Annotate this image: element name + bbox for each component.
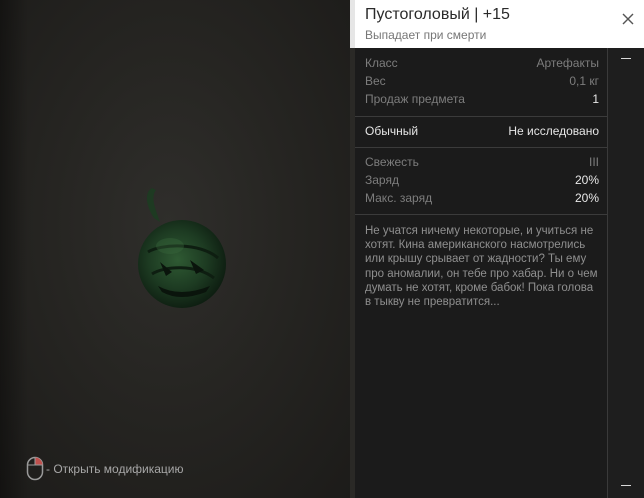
- prop-label: Макс. заряд: [365, 191, 433, 205]
- section-divider: [355, 116, 607, 117]
- stat-value: 1: [592, 92, 599, 106]
- prop-value: 20%: [574, 191, 599, 205]
- scroll-up-handle[interactable]: [621, 58, 631, 59]
- item-subtitle: Выпадает при смерти: [365, 28, 487, 42]
- item-info-panel: Пустоголовый | +15 Выпадает при смерти К…: [355, 0, 644, 498]
- item-header: Пустоголовый | +15 Выпадает при смерти: [355, 0, 644, 48]
- prop-label: Свежесть: [365, 155, 419, 169]
- research-status: Не исследовано: [508, 124, 599, 138]
- stat-value: 0,1 кг: [569, 74, 599, 88]
- section-divider: [355, 147, 607, 148]
- close-icon[interactable]: [621, 12, 635, 26]
- mouse-right-click-icon: [26, 456, 44, 481]
- rarity-label: Обычный: [365, 124, 419, 138]
- prop-row-freshness: Свежесть III: [365, 155, 599, 171]
- prop-row-charge: Заряд 20%: [365, 173, 599, 189]
- prop-value: 20%: [574, 173, 599, 187]
- stat-row-sale: Продаж предмета 1: [365, 92, 599, 108]
- prop-value: III: [588, 155, 599, 169]
- open-modification-hint[interactable]: - Открыть модификацию: [26, 456, 184, 481]
- pumpkin-artifact-model[interactable]: [130, 182, 230, 314]
- item-details: Класс Артефакты Вес 0,1 кг Продаж предме…: [355, 48, 607, 498]
- stat-row-class: Класс Артефакты: [365, 56, 599, 72]
- stat-label: Вес: [365, 74, 386, 88]
- scroll-down-handle[interactable]: [621, 485, 631, 486]
- section-divider: [355, 214, 607, 215]
- item-preview[interactable]: - Открыть модификацию: [0, 0, 352, 498]
- stat-label: Класс: [365, 56, 398, 70]
- rarity-row: Обычный Не исследовано: [365, 124, 599, 140]
- prop-row-max-charge: Макс. заряд 20%: [365, 191, 599, 207]
- stat-value: Артефакты: [536, 56, 599, 70]
- stat-label: Продаж предмета: [365, 92, 465, 106]
- stat-row-weight: Вес 0,1 кг: [365, 74, 599, 90]
- prop-label: Заряд: [365, 173, 399, 187]
- scrollbar[interactable]: [607, 48, 644, 498]
- item-description: Не учатся ничему некоторые, и учиться не…: [365, 225, 598, 309]
- hint-label: - Открыть модификацию: [46, 461, 184, 476]
- item-title: Пустоголовый | +15: [365, 6, 510, 23]
